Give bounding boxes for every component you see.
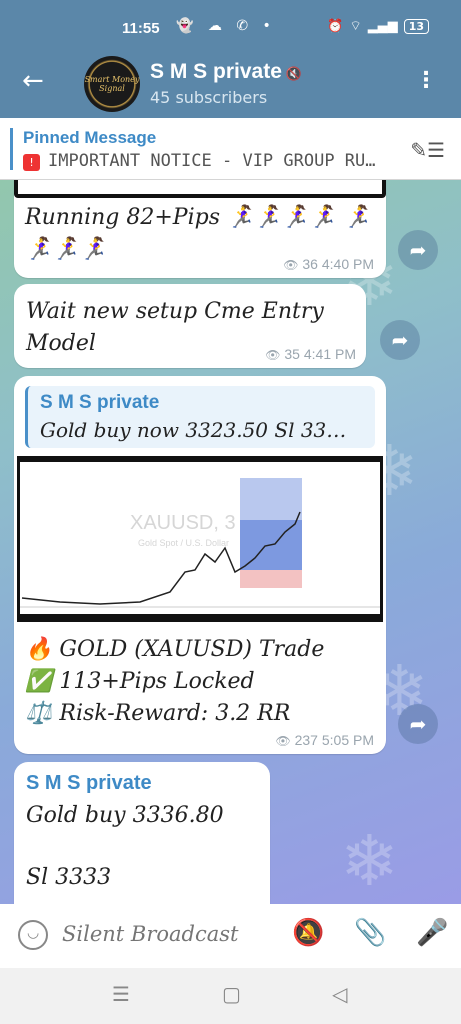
pinned-title: Pinned Message [23,128,157,147]
view-count: 36 [302,256,318,272]
chat-title-row[interactable]: S M S private 🔇 [150,60,302,84]
message-time: 4:40 PM [321,256,374,272]
message-meta: 👁 35 4:41 PM [265,346,356,362]
avatar-logo-text: Smart Money Signal [84,75,140,93]
pinned-message-bar[interactable]: Pinned Message ! IMPORTANT NOTICE - VIP G… [0,118,461,180]
view-count: 237 [294,732,318,748]
recents-icon[interactable]: ☰ [112,982,130,1006]
mic-icon[interactable]: 🎤 [416,918,448,948]
bell-off-icon[interactable]: 🔕 [292,918,324,948]
message-time: 4:41 PM [303,346,356,362]
chart-image-bottom-inner [18,180,382,194]
message-line: 🔥 GOLD (XAUUSD) Trade [25,637,325,662]
chart-watermark-sub: Gold Spot / U.S. Dollar [138,538,230,548]
pinned-indicator [10,128,13,170]
battery-icon: 13 [403,18,429,34]
emoji-icon[interactable] [18,920,48,950]
more-vert-icon[interactable]: ⋮ [415,68,437,93]
status-system-icons: ⏰ ⌔ ▂▄▆ 13 [327,18,429,34]
views-icon: 👁 [283,258,299,272]
signal-icon: ▂▄▆ [367,18,398,34]
chat-area[interactable]: ❄ ❄ ❄ ❄ Running 82+Pips 🏃‍♀️🏃‍♀️🏃‍♀️🏃‍♀️… [0,180,461,904]
message-bubble[interactable]: Wait new setup Cme Entry Model 👁 35 4:41… [14,284,366,368]
status-time: 11:55 [122,20,160,37]
chart-image-canvas: XAUUSD, 3 Gold Spot / U.S. Dollar [20,462,380,614]
pin-list-icon[interactable]: ✎☰ [410,138,445,162]
message-time: 5:05 PM [321,732,374,748]
message-text: Sl 3333 [26,865,112,890]
reply-text: Gold buy now 3323.50 Sl 33… [40,418,347,442]
stop-zone [240,570,302,588]
message-bubble[interactable]: S M S private Gold buy now 3323.50 Sl 33… [14,376,386,754]
attach-icon[interactable]: 📎 [354,918,386,948]
wifi-icon: ⌔ [349,19,362,34]
chart-image[interactable]: XAUUSD, 3 Gold Spot / U.S. Dollar [17,456,383,622]
status-notification-icons: 👻 ☁ ✆ • [176,18,276,34]
message-input[interactable] [62,922,262,946]
mute-icon: 🔇 [285,66,303,81]
pinned-text-row: ! IMPORTANT NOTICE - VIP GROUP RU… [23,151,376,171]
message-bubble[interactable]: Running 82+Pips 🏃‍♀️🏃‍♀️🏃‍♀️🏃‍♀️ 🏃‍♀️🏃‍♀… [14,180,386,278]
message-line: ✅ 113+Pips Locked [25,669,255,694]
system-nav-bar: ☰ ▢ ◁ [0,968,461,1024]
chart-watermark: XAUUSD, 3 [130,512,236,534]
views-icon: 👁 [265,348,281,362]
chart-image-bottom[interactable] [14,180,386,198]
status-bar: 11:55 👻 ☁ ✆ • ⏰ ⌔ ▂▄▆ 13 [0,0,461,52]
message-line: ⚖️ Risk-Reward: 3.2 RR [25,701,291,726]
share-icon[interactable]: ➦ [398,704,438,744]
forward-author: S M S private [26,772,152,794]
chat-header: ← Smart Money Signal S M S private 🔇 45 s… [0,52,461,118]
back-arrow-icon[interactable]: ← [22,66,44,96]
message-text: Gold buy 3336.80 [26,803,224,828]
back-nav-icon[interactable]: ◁ [332,982,347,1006]
message-input-bar: 🔕 📎 🎤 [0,904,461,968]
channel-avatar[interactable]: Smart Money Signal [84,56,140,112]
message-meta: 👁 36 4:40 PM [283,256,374,272]
alert-badge-icon: ! [23,154,40,171]
message-bubble[interactable]: S M S private Gold buy 3336.80 Sl 3333 [14,762,270,904]
pinned-text: IMPORTANT NOTICE - VIP GROUP RU… [48,151,376,171]
chat-title: S M S private [150,60,282,83]
message-meta: 👁 237 5:05 PM [275,732,374,748]
share-icon[interactable]: ➦ [398,230,438,270]
view-count: 35 [284,346,300,362]
message-body: 🔥 GOLD (XAUUSD) Trade ✅ 113+Pips Locked … [25,634,375,730]
home-icon[interactable]: ▢ [222,982,241,1006]
reply-author: S M S private [40,392,160,413]
alarm-icon: ⏰ [327,18,344,34]
reply-quote[interactable]: S M S private Gold buy now 3323.50 Sl 33… [25,386,375,448]
share-icon[interactable]: ➦ [380,320,420,360]
background-pattern: ❄ [340,820,399,902]
subscriber-count: 45 subscribers [150,88,268,107]
views-icon: 👁 [275,734,291,748]
